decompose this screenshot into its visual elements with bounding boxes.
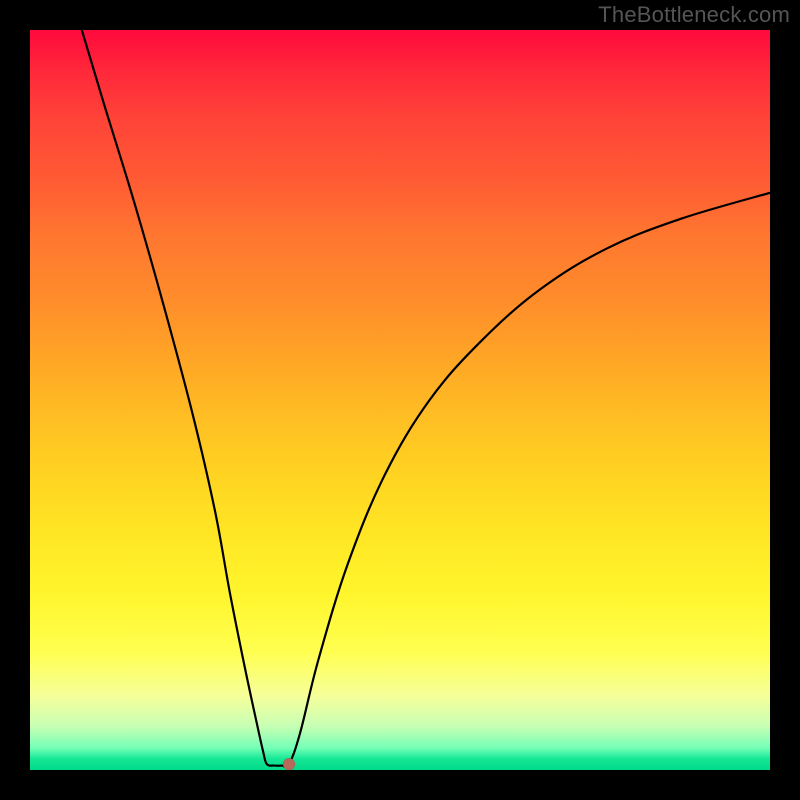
watermark-text: TheBottleneck.com [598,2,790,28]
chart-frame: TheBottleneck.com [0,0,800,800]
bottleneck-curve [82,30,770,767]
marker-dot [283,758,295,770]
curve-layer [30,30,770,770]
plot-area [30,30,770,770]
